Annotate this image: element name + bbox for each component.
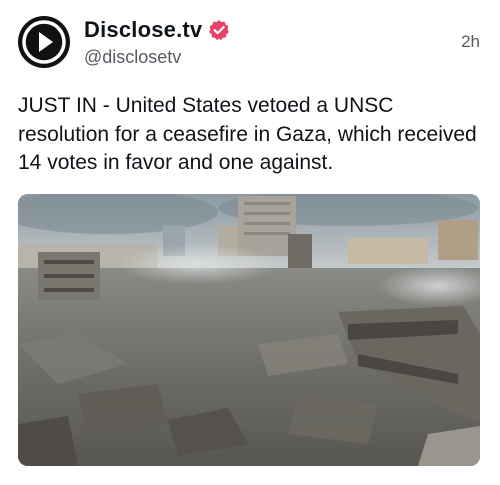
avatar[interactable] <box>18 16 70 68</box>
play-logo-icon <box>22 20 66 64</box>
post-timestamp[interactable]: 2h <box>461 32 480 52</box>
author-line: Disclose.tv <box>84 17 230 43</box>
post-text: JUST IN - United States vetoed a UNSC re… <box>18 94 477 174</box>
display-name[interactable]: Disclose.tv <box>84 17 202 43</box>
post-image[interactable] <box>18 194 480 466</box>
post-header: Disclose.tv @disclosetv 2h <box>18 14 482 70</box>
destroyed-city-photo <box>18 194 480 466</box>
author-handle[interactable]: @disclosetv <box>84 47 181 68</box>
verified-badge-icon <box>209 20 230 41</box>
